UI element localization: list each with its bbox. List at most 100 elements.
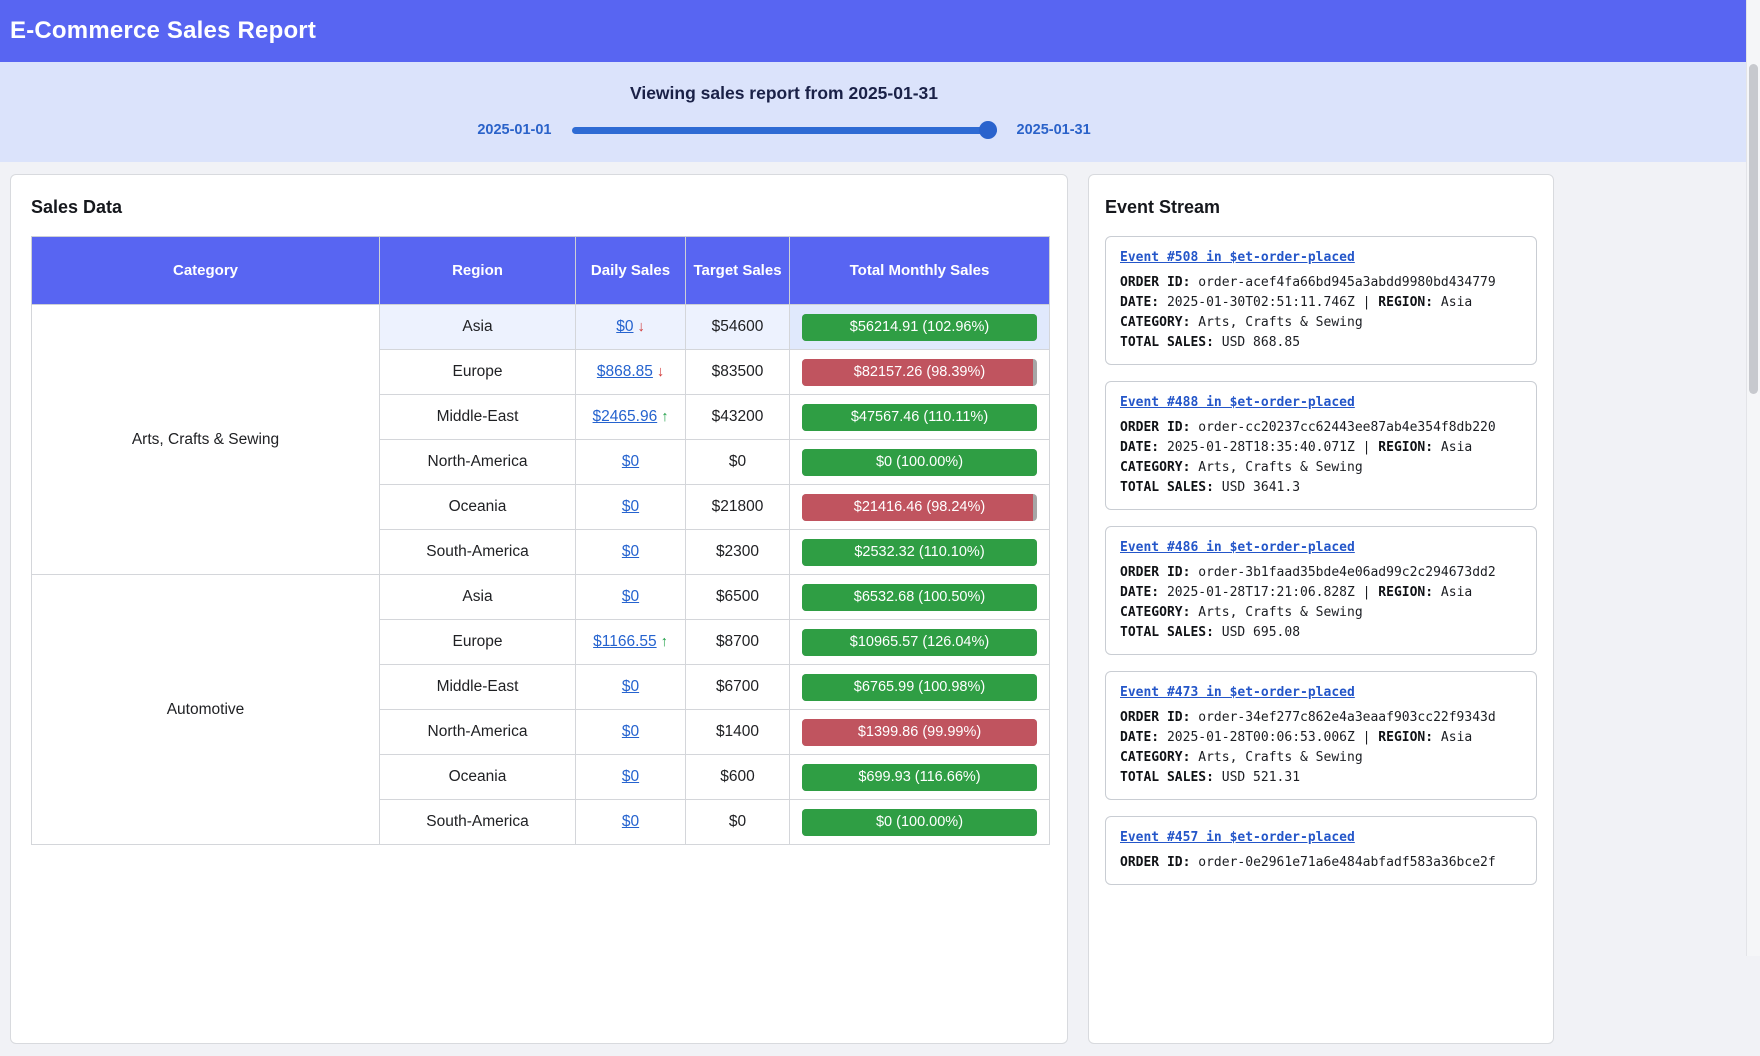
monthly-sales-progress: $2532.32 (110.10%) bbox=[802, 539, 1037, 566]
daily-sales-cell: $0 bbox=[576, 665, 686, 710]
event-field-label: REGION: bbox=[1378, 585, 1441, 600]
region-cell: South-America bbox=[380, 530, 576, 575]
event-stream-panel: Event Stream Event #508 in $et-order-pla… bbox=[1088, 174, 1554, 1044]
event-field-value: Asia bbox=[1441, 295, 1472, 310]
event-link[interactable]: Event #508 in $et-order-placed bbox=[1120, 248, 1355, 268]
daily-sales-link[interactable]: $0 bbox=[622, 723, 639, 740]
event-field-label: ORDER ID: bbox=[1120, 710, 1198, 725]
column-header-target-sales: Target Sales bbox=[686, 237, 790, 305]
region-cell: South-America bbox=[380, 800, 576, 845]
event-line: DATE: 2025-01-30T02:51:11.746Z | REGION:… bbox=[1120, 293, 1522, 313]
slider-track[interactable] bbox=[572, 127, 997, 134]
event-line: ORDER ID: order-acef4fa66bd945a3abdd9980… bbox=[1120, 273, 1522, 293]
monthly-sales-progress: $1399.86 (99.99%) bbox=[802, 719, 1037, 746]
column-header-category: Category bbox=[32, 237, 380, 305]
daily-sales-cell: $0 bbox=[576, 485, 686, 530]
event-field-label: DATE: bbox=[1120, 730, 1167, 745]
date-slider[interactable] bbox=[572, 121, 997, 139]
event-field-value: 2025-01-28T00:06:53.006Z bbox=[1167, 730, 1363, 745]
event-field-value: order-acef4fa66bd945a3abdd9980bd434779 bbox=[1198, 275, 1495, 290]
slider-max-label: 2025-01-31 bbox=[1017, 122, 1091, 138]
event-field-label: ORDER ID: bbox=[1120, 275, 1198, 290]
target-sales-cell: $8700 bbox=[686, 620, 790, 665]
event-field-value: Arts, Crafts & Sewing bbox=[1198, 750, 1362, 765]
region-cell: North-America bbox=[380, 440, 576, 485]
event-field-label: ORDER ID: bbox=[1120, 855, 1198, 870]
target-sales-cell: $21800 bbox=[686, 485, 790, 530]
event-field-value: order-3b1faad35bde4e06ad99c2c294673dd2 bbox=[1198, 565, 1495, 580]
region-cell: Middle-East bbox=[380, 665, 576, 710]
event-field-label: REGION: bbox=[1378, 730, 1441, 745]
daily-sales-link[interactable]: $0 bbox=[622, 543, 639, 560]
event-field-value: Arts, Crafts & Sewing bbox=[1198, 315, 1362, 330]
region-cell: Europe bbox=[380, 350, 576, 395]
trend-up-icon: ↑ bbox=[661, 634, 668, 650]
target-sales-cell: $0 bbox=[686, 440, 790, 485]
daily-sales-link[interactable]: $1166.55 bbox=[593, 633, 657, 650]
trend-down-icon: ↓ bbox=[638, 319, 645, 335]
monthly-sales-progress: $56214.91 (102.96%) bbox=[802, 314, 1037, 341]
target-sales-cell: $0 bbox=[686, 800, 790, 845]
daily-sales-link[interactable]: $0 bbox=[622, 678, 639, 695]
event-link[interactable]: Event #486 in $et-order-placed bbox=[1120, 538, 1355, 558]
event-line: TOTAL SALES: USD 521.31 bbox=[1120, 768, 1522, 788]
daily-sales-cell: $0 bbox=[576, 530, 686, 575]
region-cell: Europe bbox=[380, 620, 576, 665]
slider-thumb[interactable] bbox=[979, 121, 997, 139]
region-cell: Oceania bbox=[380, 485, 576, 530]
total-monthly-sales-cell: $699.93 (116.66%) bbox=[790, 755, 1050, 800]
page-scrollbar-thumb[interactable] bbox=[1749, 64, 1758, 394]
sales-data-title: Sales Data bbox=[31, 197, 1047, 218]
daily-sales-cell: $0 bbox=[576, 575, 686, 620]
event-field-label: CATEGORY: bbox=[1120, 750, 1198, 765]
event-link[interactable]: Event #488 in $et-order-placed bbox=[1120, 393, 1355, 413]
sales-table-header-row: CategoryRegionDaily SalesTarget SalesTot… bbox=[32, 237, 1050, 305]
slider-min-label: 2025-01-01 bbox=[477, 122, 551, 138]
monthly-sales-value: $2532.32 (110.10%) bbox=[802, 539, 1037, 566]
sales-row: Arts, Crafts & SewingAsia$0↓$54600$56214… bbox=[32, 305, 1050, 350]
event-field-value: USD 521.31 bbox=[1222, 770, 1300, 785]
region-cell: Asia bbox=[380, 575, 576, 620]
daily-sales-link[interactable]: $2465.96 bbox=[593, 408, 658, 425]
event-link[interactable]: Event #473 in $et-order-placed bbox=[1120, 683, 1355, 703]
daily-sales-link[interactable]: $0 bbox=[622, 588, 639, 605]
event-line: ORDER ID: order-0e2961e71a6e484abfadf583… bbox=[1120, 853, 1522, 873]
monthly-sales-value: $56214.91 (102.96%) bbox=[802, 314, 1037, 341]
trend-up-icon: ↑ bbox=[661, 409, 668, 425]
monthly-sales-value: $6765.99 (100.98%) bbox=[802, 674, 1037, 701]
daily-sales-link[interactable]: $868.85 bbox=[597, 363, 653, 380]
event-field-label: CATEGORY: bbox=[1120, 460, 1198, 475]
page-scrollbar[interactable] bbox=[1746, 0, 1760, 956]
event-link[interactable]: Event #457 in $et-order-placed bbox=[1120, 828, 1355, 848]
daily-sales-link[interactable]: $0 bbox=[616, 318, 633, 335]
region-cell: Oceania bbox=[380, 755, 576, 800]
monthly-sales-progress: $21416.46 (98.24%) bbox=[802, 494, 1037, 521]
monthly-sales-progress: $6765.99 (100.98%) bbox=[802, 674, 1037, 701]
total-monthly-sales-cell: $21416.46 (98.24%) bbox=[790, 485, 1050, 530]
event-line: ORDER ID: order-3b1faad35bde4e06ad99c2c2… bbox=[1120, 563, 1522, 583]
event-field-value: Arts, Crafts & Sewing bbox=[1198, 605, 1362, 620]
event-field-value: Asia bbox=[1441, 440, 1472, 455]
daily-sales-cell: $0 bbox=[576, 440, 686, 485]
total-monthly-sales-cell: $56214.91 (102.96%) bbox=[790, 305, 1050, 350]
daily-sales-cell: $868.85↓ bbox=[576, 350, 686, 395]
sales-data-panel: Sales Data CategoryRegionDaily SalesTarg… bbox=[10, 174, 1068, 1044]
total-monthly-sales-cell: $47567.46 (110.11%) bbox=[790, 395, 1050, 440]
event-field-value: USD 695.08 bbox=[1222, 625, 1300, 640]
date-controls: Viewing sales report from 2025-01-31 202… bbox=[0, 62, 1760, 162]
daily-sales-link[interactable]: $0 bbox=[622, 813, 639, 830]
event-field-label: TOTAL SALES: bbox=[1120, 335, 1222, 350]
event-line: ORDER ID: order-34ef277c862e4a3eaaf903cc… bbox=[1120, 708, 1522, 728]
daily-sales-link[interactable]: $0 bbox=[622, 768, 639, 785]
target-sales-cell: $1400 bbox=[686, 710, 790, 755]
monthly-sales-progress: $47567.46 (110.11%) bbox=[802, 404, 1037, 431]
total-monthly-sales-cell: $10965.57 (126.04%) bbox=[790, 620, 1050, 665]
daily-sales-link[interactable]: $0 bbox=[622, 453, 639, 470]
daily-sales-link[interactable]: $0 bbox=[622, 498, 639, 515]
target-sales-cell: $6500 bbox=[686, 575, 790, 620]
region-cell: Asia bbox=[380, 305, 576, 350]
monthly-sales-value: $47567.46 (110.11%) bbox=[802, 404, 1037, 431]
event-field-value: order-34ef277c862e4a3eaaf903cc22f9343d bbox=[1198, 710, 1495, 725]
category-cell: Arts, Crafts & Sewing bbox=[32, 305, 380, 575]
slider-row: 2025-01-01 2025-01-31 bbox=[0, 121, 1568, 139]
